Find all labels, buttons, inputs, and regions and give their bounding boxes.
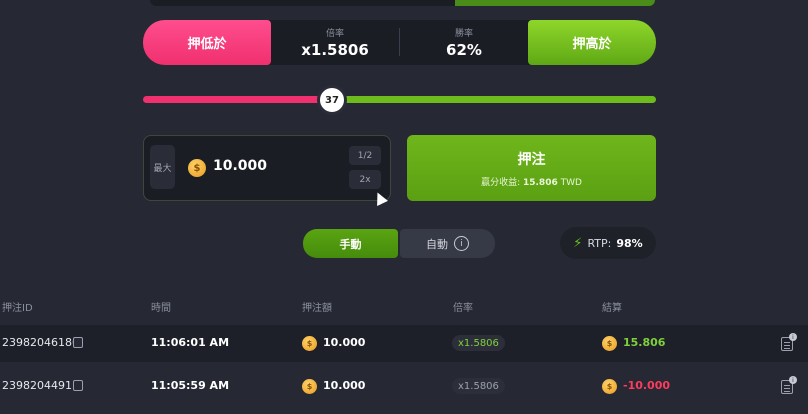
bet-result: -10.000 [623,379,671,392]
place-bet-label: 押注 [517,151,546,168]
coin-icon: $ [188,159,206,177]
header-amount: 押注額 [302,303,332,314]
profit-label: 贏分收益: [481,177,521,188]
top-panel-edge [150,0,655,6]
header-time: 時間 [151,303,171,314]
bet-time: 11:05:59 AM [151,379,230,392]
bet-multiplier: x1.5806 [452,378,505,394]
multiplier-value: x1.5806 [301,41,369,59]
bet-amount-value[interactable]: 10.000 [213,158,267,174]
bet-result: 15.806 [623,336,666,349]
copy-icon[interactable] [73,337,83,348]
header-bet-id: 押注ID [2,303,33,314]
bet-amount: 10.000 [323,379,366,392]
rtp-value: 98% [616,236,643,250]
profit-value: 15.806 [522,177,558,188]
win-chance-stat: 勝率 62% [400,20,528,65]
copy-icon[interactable] [73,380,83,391]
multiplier-label: 倍率 [325,29,344,39]
rtp-badge: ⚡ RTP: 98% [560,227,656,259]
bet-id: 23982046186 [2,336,79,349]
header-multiplier: 倍率 [453,303,473,314]
bet-amount: 10.000 [323,336,366,349]
rtp-label: RTP: [587,236,612,250]
coin-icon: $ [602,336,617,351]
currency-label: TWD [560,177,582,188]
bet-time: 11:06:01 AM [151,336,230,349]
profit-line: 贏分收益: 15.806 TWD [481,175,582,188]
double-bet-button[interactable]: 2x [349,170,381,189]
table-row [0,325,808,362]
coin-icon: $ [302,336,317,351]
coin-icon: $ [602,379,617,394]
info-badge-icon: i [789,333,797,341]
table-row [0,368,808,405]
lightning-icon: ⚡ [573,235,583,251]
tab-manual[interactable]: 手動 [303,229,398,258]
bet-id: 23982044911 [2,379,79,392]
bet-low-button[interactable]: 押低於 [143,20,271,65]
place-bet-button[interactable]: 押注 贏分收益: 15.806 TWD [407,135,656,201]
win-chance-value: 62% [446,41,482,59]
slider-track-low[interactable] [143,96,333,103]
half-bet-button[interactable]: 1/2 [349,146,381,165]
tab-auto[interactable]: 自動 i [400,229,495,258]
bet-high-button[interactable]: 押高於 [528,20,656,65]
bet-multiplier: x1.5806 [452,335,505,351]
slider-thumb[interactable]: 37 [317,85,347,115]
multiplier-stat: 倍率 x1.5806 [271,20,399,65]
header-result: 結算 [602,303,622,314]
tab-auto-label: 自動 [426,237,448,251]
info-badge-icon: i [789,376,797,384]
info-icon[interactable]: i [454,236,469,251]
slider-track-high[interactable] [330,96,656,103]
max-bet-button[interactable]: 最大 [150,145,175,189]
coin-icon: $ [302,379,317,394]
win-chance-label: 勝率 [454,29,473,39]
